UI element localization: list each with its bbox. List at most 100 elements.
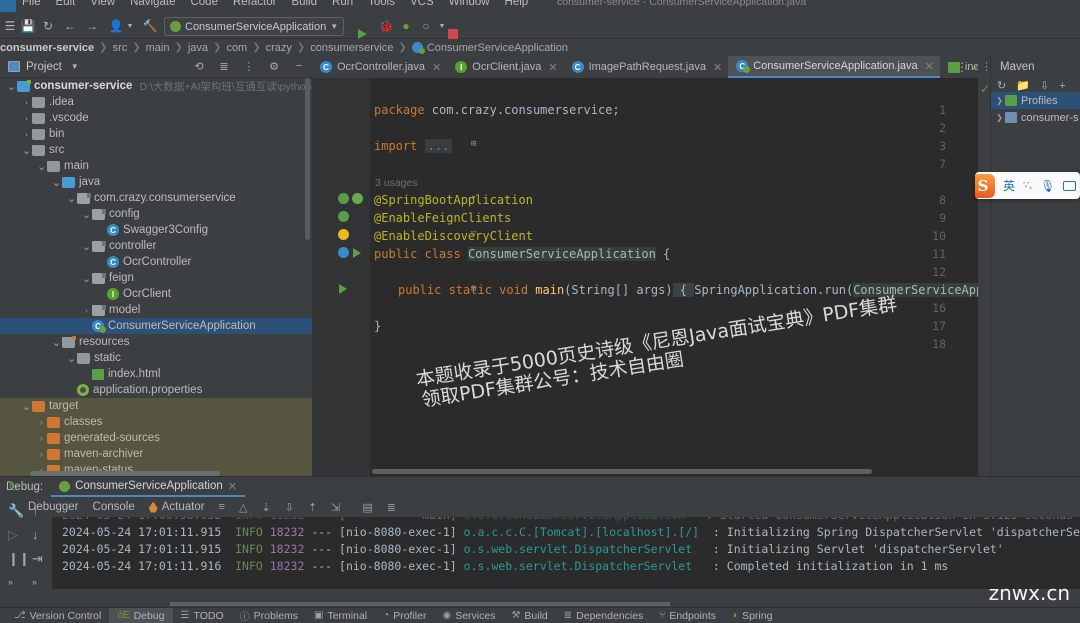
rerun-icon[interactable]: ↻ xyxy=(8,479,19,495)
chevron-down-icon[interactable]: ⌄ xyxy=(21,144,32,157)
statusbar-build[interactable]: ⚒ Build xyxy=(503,610,555,622)
run-configuration-selector[interactable]: ConsumerServiceApplication ▼ xyxy=(164,17,345,36)
debug-session-tab[interactable]: ConsumerServiceApplication ✕ xyxy=(51,477,245,497)
step-down-icon[interactable]: ↓ xyxy=(32,527,39,542)
bean-icon[interactable] xyxy=(338,211,349,222)
wrench-icon[interactable]: 🔧 xyxy=(8,503,24,519)
chevron-right-icon[interactable]: › xyxy=(81,306,92,315)
intention-bulb-icon[interactable] xyxy=(338,229,349,240)
project-tree[interactable]: ⌄ consumer-service D:\大数据+AI架构班\互通互读\pytho… xyxy=(0,78,312,476)
back-arrow-icon[interactable]: ← xyxy=(62,18,78,34)
chevron-right-icon[interactable]: ❯ xyxy=(994,96,1005,105)
spring-class-icon[interactable] xyxy=(338,247,349,258)
add-folder-icon[interactable]: 📁 xyxy=(1016,79,1030,92)
hide-panel-icon[interactable]: − xyxy=(292,59,306,73)
ime-punctuation-icon[interactable]: ∵, xyxy=(1023,180,1032,191)
chevron-right-icon[interactable]: › xyxy=(36,434,47,443)
step-up-icon[interactable]: ↑ xyxy=(32,503,39,518)
statusbar-services[interactable]: ◉ Services xyxy=(434,610,503,622)
tree-node-bin[interactable]: › bin xyxy=(0,126,312,142)
statusbar-dependencies[interactable]: ≣ Dependencies xyxy=(556,610,652,622)
sogou-logo-icon[interactable]: S xyxy=(975,173,995,198)
tree-node--vscode[interactable]: › .vscode xyxy=(0,110,312,126)
run-with-coverage-button[interactable]: ● xyxy=(398,18,414,34)
statusbar-version-control[interactable]: ⎇ Version Control xyxy=(6,610,109,622)
menu-navigate[interactable]: Navigate xyxy=(130,0,175,8)
menu-file[interactable]: File xyxy=(22,0,41,8)
refresh-icon[interactable]: ↻ xyxy=(997,79,1006,92)
chevron-right-icon[interactable]: › xyxy=(36,418,47,427)
chevron-down-icon[interactable]: ⌄ xyxy=(51,176,62,189)
scroll-up-icon[interactable]: △ xyxy=(239,501,247,514)
run-button[interactable] xyxy=(358,29,367,39)
bean-icon[interactable] xyxy=(338,193,349,204)
tree-node-classes[interactable]: › classes xyxy=(0,414,312,430)
microphone-icon[interactable]: 🎙 xyxy=(1040,179,1055,193)
run-main-gutter-icon[interactable] xyxy=(339,284,347,294)
filter-icon[interactable]: ⇲ xyxy=(331,501,340,514)
settings-icon[interactable]: ▤ xyxy=(362,501,372,514)
editor-tab-ocrcontroller-java[interactable]: C OcrController.java ✕ xyxy=(312,56,447,78)
statusbar-spring[interactable]: ◗ Spring xyxy=(724,610,780,622)
menu-edit[interactable]: Edit xyxy=(56,0,76,8)
hammer-icon[interactable]: 🔨 xyxy=(142,18,158,34)
breadcrumb-item-project[interactable]: consumer-service xyxy=(0,42,94,54)
tree-node-maven-archiver[interactable]: › maven-archiver xyxy=(0,446,312,462)
editor-tab-imagepathrequest-java[interactable]: C ImagePathRequest.java ✕ xyxy=(564,56,729,78)
tree-node-application-properties[interactable]: application.properties xyxy=(0,382,312,398)
sync-icon[interactable]: ↻ xyxy=(40,18,56,34)
statusbar-todo[interactable]: ☰ TODO xyxy=(173,610,232,622)
import-fold[interactable]: ... xyxy=(424,139,453,153)
tree-node-feign[interactable]: ⌄ feign xyxy=(0,270,312,286)
breadcrumb-item-crazy[interactable]: crazy xyxy=(266,42,292,54)
tree-node-config[interactable]: ⌄ config xyxy=(0,206,312,222)
profile-button[interactable]: ○ xyxy=(418,18,434,34)
menu-view[interactable]: View xyxy=(90,0,115,8)
chevron-right-icon[interactable]: ❯ xyxy=(994,113,1005,122)
tree-node-src[interactable]: ⌄ src xyxy=(0,142,312,158)
tab-overflow-icon[interactable]: ⋮ xyxy=(956,60,968,74)
tree-node-ocrclient[interactable]: I OcrClient xyxy=(0,286,312,302)
debug-console-output[interactable]: 2024-05-24 17:00:58.932 INFO 18232 --- [… xyxy=(52,517,1080,589)
breadcrumb-item-consumerservice[interactable]: consumerservice xyxy=(310,42,393,54)
editor-tab-consumerserviceapplication-java[interactable]: C ConsumerServiceApplication.java ✕ xyxy=(728,56,940,78)
usages-hint[interactable]: 3 usages xyxy=(375,177,418,189)
forward-arrow-icon[interactable]: → xyxy=(84,18,100,34)
project-panel-title[interactable]: Project xyxy=(26,61,62,73)
statusbar-profiler[interactable]: ◔ Profiler xyxy=(375,610,434,622)
stop-button[interactable] xyxy=(448,29,458,39)
maven-row-profiles[interactable]: ❯ Profiles xyxy=(991,92,1080,109)
tree-node-com-crazy-consumerservice[interactable]: ⌄ com.crazy.consumerservice xyxy=(0,190,312,206)
menu-refactor[interactable]: Refactor xyxy=(233,0,276,8)
breadcrumb-item-com[interactable]: com xyxy=(226,42,247,54)
tree-node--idea[interactable]: › .idea xyxy=(0,94,312,110)
save-icon[interactable]: 💾 xyxy=(20,18,36,34)
more-icon[interactable]: » xyxy=(32,577,37,587)
expand-all-icon[interactable]: ≣ xyxy=(217,59,231,73)
breadcrumb-item-main[interactable]: main xyxy=(146,42,170,54)
chevron-down-icon[interactable]: ▼ xyxy=(122,18,138,34)
tab-actuator[interactable]: Actuator xyxy=(148,501,205,513)
close-icon[interactable]: ✕ xyxy=(925,60,934,73)
breadcrumb-item-src[interactable]: src xyxy=(113,42,128,54)
chevron-right-icon[interactable]: › xyxy=(21,130,32,139)
close-icon[interactable]: ✕ xyxy=(432,61,441,74)
sogou-ime-bar[interactable]: S 英 ∵, 🎙 xyxy=(975,172,1080,199)
collapse-all-icon[interactable]: ⋮ xyxy=(242,59,256,73)
tree-node-consumer-service[interactable]: ⌄ consumer-service D:\大数据+AI架构班\互通互读\pytho… xyxy=(0,78,312,94)
chevron-down-icon[interactable]: ⌄ xyxy=(36,160,47,173)
breadcrumb-item-file[interactable]: ConsumerServiceApplication xyxy=(427,42,568,54)
chevron-right-icon[interactable]: › xyxy=(36,450,47,459)
print-icon[interactable]: ⇩ xyxy=(285,501,294,514)
inspections-ok-icon[interactable]: ✓ xyxy=(980,82,990,96)
chevron-down-icon[interactable]: ⌄ xyxy=(81,240,92,253)
editor-hscrollbar[interactable] xyxy=(372,469,872,474)
chevron-down-icon[interactable]: ⌄ xyxy=(51,336,62,349)
keyboard-icon[interactable] xyxy=(1063,180,1077,191)
close-icon[interactable]: ✕ xyxy=(713,61,722,74)
resume-program-icon[interactable]: ▷ xyxy=(8,527,18,543)
chevron-right-icon[interactable]: › xyxy=(21,114,32,123)
menu-vcs[interactable]: VCS xyxy=(410,0,434,8)
layout-icon[interactable]: ≣ xyxy=(387,501,396,514)
tree-node-controller[interactable]: ⌄ controller xyxy=(0,238,312,254)
